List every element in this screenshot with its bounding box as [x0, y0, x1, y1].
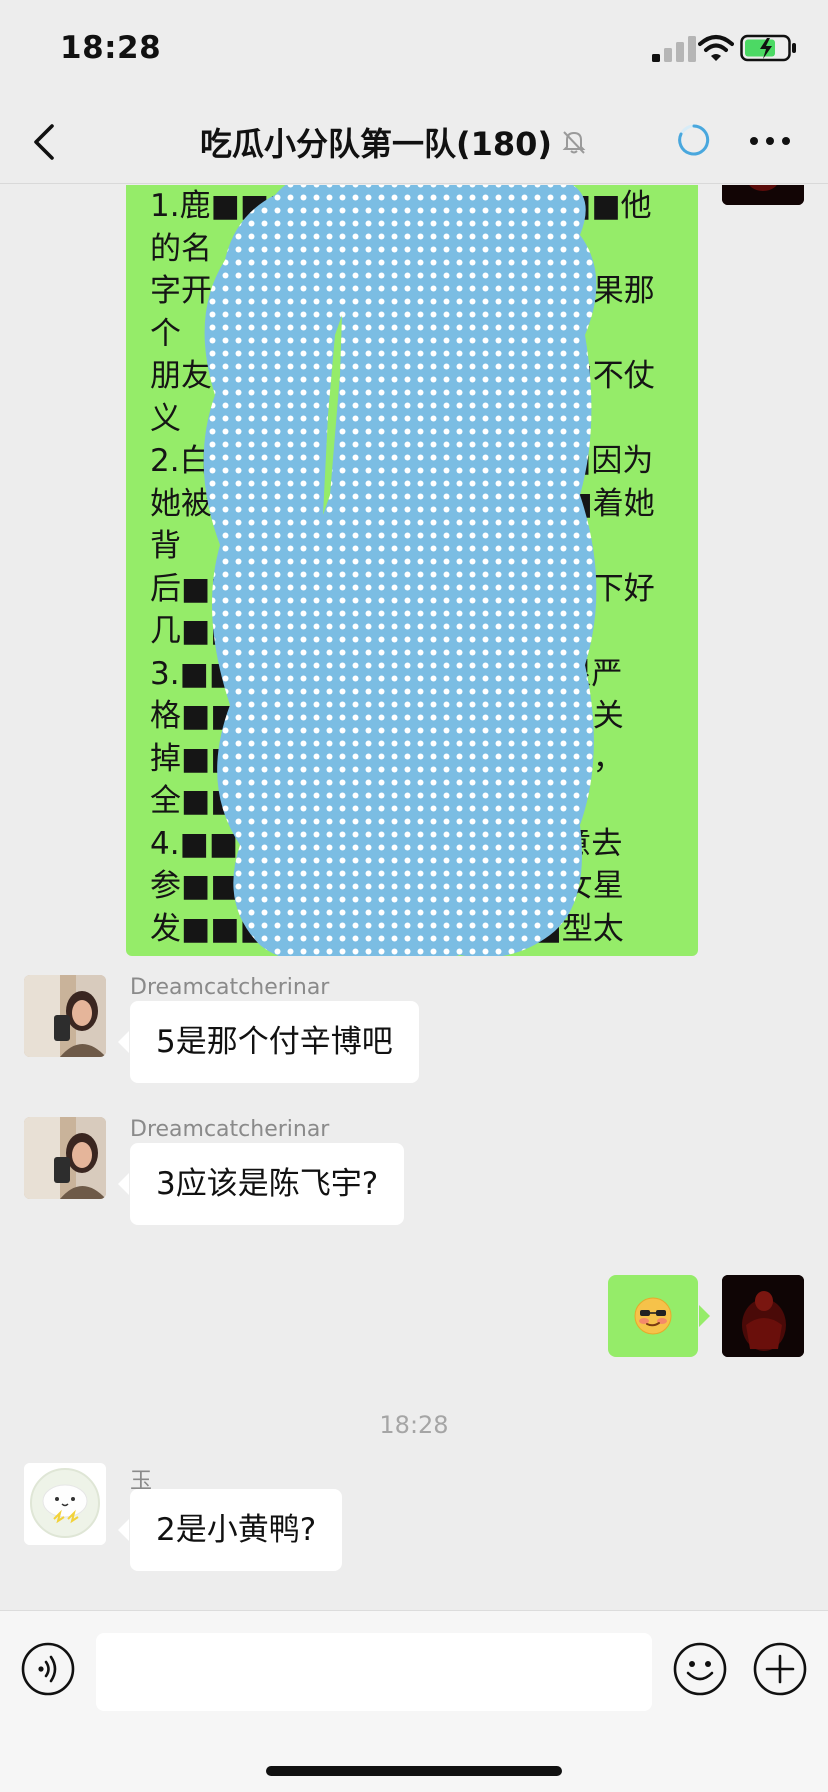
chat-title: 吃瓜小分队第一队(180): [200, 118, 670, 166]
timestamp: 18:28: [379, 1411, 449, 1439]
voice-icon[interactable]: [20, 1641, 76, 1697]
message-row: Dreamcatcherinar 5是那个付辛博吧: [0, 975, 828, 1085]
message-bubble[interactable]: 2是小黄鸭?: [117, 1489, 343, 1571]
polka-dot-cover-icon: [203, 185, 597, 956]
self-avatar-top[interactable]: [722, 185, 804, 205]
plus-icon[interactable]: [752, 1641, 808, 1697]
home-indicator[interactable]: [266, 1766, 562, 1776]
smirk-emoji-icon: [634, 1297, 672, 1335]
avatar[interactable]: [24, 975, 106, 1057]
self-avatar[interactable]: [722, 1275, 804, 1357]
chat-header: 吃瓜小分队第一队(180): [0, 100, 828, 184]
message-row: Dreamcatcherinar 3应该是陈飞宇?: [0, 1117, 828, 1227]
avatar[interactable]: [24, 1463, 106, 1545]
avatar-photo-icon: [24, 975, 106, 1057]
wifi-icon: [698, 35, 734, 61]
chat-title-text: 吃瓜小分队第一队(180): [200, 125, 553, 163]
status-time: 18:28: [60, 30, 162, 66]
emoji-icon[interactable]: [672, 1641, 728, 1697]
loading-spinner-icon: [678, 124, 710, 156]
battery-icon: [740, 34, 796, 62]
self-message-row: [0, 1275, 828, 1365]
self-message-long[interactable]: 1.鹿■■■■■■■■■■■■■■他的名字开■■■■■■■■■■■■■果那个朋友…: [126, 185, 698, 956]
avatar-photo-icon: [24, 1117, 106, 1199]
more-dots-icon[interactable]: [748, 126, 792, 156]
avatar[interactable]: [24, 1117, 106, 1199]
avatar-image-icon: [722, 1275, 804, 1357]
message-bubble[interactable]: 3应该是陈飞宇?: [117, 1143, 405, 1225]
signal-icon: [652, 36, 696, 62]
sticker-bubble[interactable]: [608, 1275, 710, 1357]
message-bubble[interactable]: 5是那个付辛博吧: [118, 1001, 419, 1083]
sender-name: Dreamcatcherinar: [130, 975, 330, 1000]
chevron-left-icon[interactable]: [26, 120, 62, 164]
chat-area[interactable]: 1.鹿■■■■■■■■■■■■■■他的名字开■■■■■■■■■■■■■果那个朋友…: [0, 185, 828, 1610]
input-bar: [0, 1610, 828, 1792]
message-input[interactable]: [96, 1633, 652, 1711]
avatar-image-icon: [722, 185, 804, 205]
message-row: 玉 2是小黄鸭?: [0, 1463, 828, 1573]
cartoon-avatar-icon: [24, 1463, 106, 1545]
status-bar: 18:28: [0, 0, 828, 100]
bell-slash-icon: [562, 131, 586, 154]
sender-name: Dreamcatcherinar: [130, 1117, 330, 1142]
